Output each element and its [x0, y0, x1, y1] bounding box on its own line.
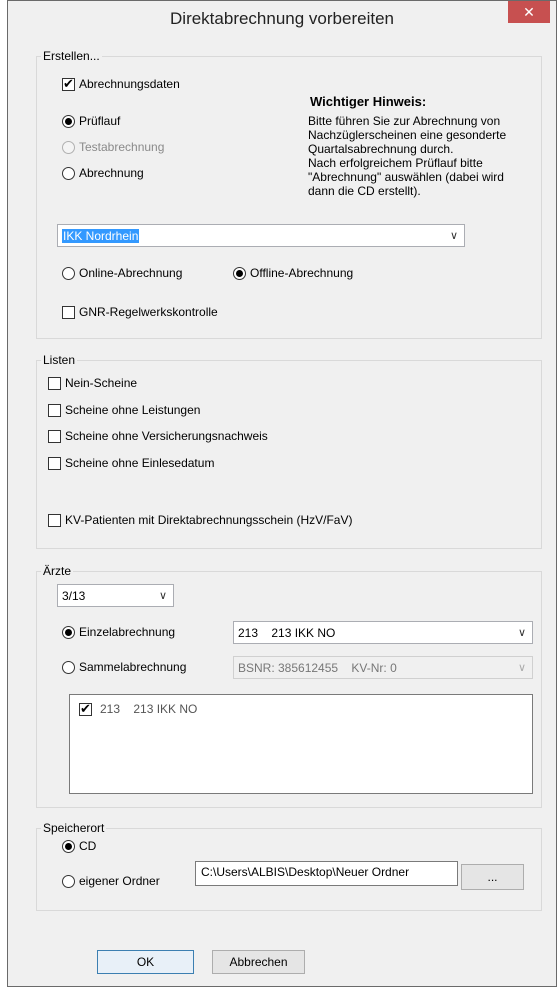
aerzte-legend: Ärzte [43, 564, 72, 578]
einzelabrechnung-radio[interactable]: Einzelabrechnung [62, 625, 175, 639]
offline-abrechnung-radio[interactable]: Offline-Abrechnung [233, 266, 353, 280]
offline-label: Offline-Abrechnung [250, 266, 354, 280]
abrechnungsdaten-check[interactable] [62, 76, 75, 92]
einzel-arzt-select[interactable]: 213 213 IKK NO ∨ [233, 621, 533, 644]
ordner-radio-dot[interactable] [62, 874, 75, 888]
kasse-select-value: IKK Nordrhein [62, 228, 140, 243]
sammel-select-value: BSNR: 385612455 KV-Nr: 0 [238, 660, 397, 675]
abrechnungsdaten-checkbox[interactable]: Abrechnungsdaten [62, 76, 180, 92]
chevron-down-icon: ∨ [517, 661, 526, 674]
abrechnungsdaten-label: Abrechnungsdaten [79, 77, 180, 91]
scheine-ohne-versicherungsnachweis-checkbox[interactable]: Scheine ohne Versicherungsnachweis [48, 429, 268, 443]
quarter-select[interactable]: 3/13 ∨ [57, 584, 174, 607]
erstellen-legend: Erstellen... [43, 49, 100, 63]
cancel-button[interactable]: Abbrechen [212, 950, 305, 974]
dialog-window: Direktabrechnung vorbereiten ✕ Erstellen… [7, 0, 557, 987]
sammel-bsnr-select: BSNR: 385612455 KV-Nr: 0 ∨ [233, 656, 533, 679]
cd-radio-dot[interactable] [62, 839, 75, 853]
gnr-check[interactable] [62, 305, 75, 319]
ok-button[interactable]: OK [97, 950, 194, 974]
close-icon: ✕ [523, 4, 535, 20]
scheine-ohne-leistungen-checkbox[interactable]: Scheine ohne Leistungen [48, 403, 200, 417]
abrechnung-radio-dot[interactable] [62, 166, 75, 180]
einzel-label: Einzelabrechnung [79, 625, 176, 639]
ordner-path-input[interactable]: C:\Users\ALBIS\Desktop\Neuer Ordner [195, 861, 458, 886]
checkbox-label: Scheine ohne Leistungen [65, 403, 201, 417]
einzel-radio-dot[interactable] [62, 625, 75, 639]
pruflauf-label: Prüflauf [79, 114, 121, 128]
kv-patienten-checkbox[interactable]: KV-Patienten mit Direktabrechnungsschein… [48, 513, 352, 527]
checkbox-box[interactable] [48, 403, 61, 417]
online-label: Online-Abrechnung [79, 266, 183, 280]
testabrechnung-radio: Testabrechnung [62, 140, 164, 154]
online-abrechnung-radio[interactable]: Online-Abrechnung [62, 266, 182, 280]
checkbox-box[interactable] [48, 513, 61, 527]
sammel-label: Sammelabrechnung [79, 660, 187, 674]
hint-line: Nachzüglerscheinen eine gesonderte [308, 128, 507, 142]
listen-legend: Listen [43, 353, 76, 367]
scheine-ohne-einlesedatum-checkbox[interactable]: Scheine ohne Einlesedatum [48, 456, 214, 470]
browse-button[interactable]: ... [461, 864, 524, 890]
hint-line: Quartalsabrechnung durch. [308, 142, 454, 156]
sammelabrechnung-radio[interactable]: Sammelabrechnung [62, 660, 186, 674]
gnr-checkbox[interactable]: GNR-Regelwerkskontrolle [62, 305, 218, 319]
hint-text: Bitte führen Sie zur Abrechnung von Nach… [308, 114, 542, 198]
chevron-down-icon: ∨ [517, 626, 526, 639]
chevron-down-icon: ∨ [158, 589, 167, 602]
offline-radio-dot[interactable] [233, 266, 246, 280]
pruflauf-radio-dot[interactable] [62, 114, 75, 128]
nein-scheine-checkbox[interactable]: Nein-Scheine [48, 376, 137, 390]
cd-radio[interactable]: CD [62, 839, 96, 853]
kasse-select[interactable]: IKK Nordrhein ∨ [57, 224, 465, 247]
checkbox-label: Nein-Scheine [65, 376, 138, 390]
hint-title: Wichtiger Hinweis: [310, 94, 427, 109]
list-item-label: 213 213 IKK NO [100, 702, 198, 716]
hint-line: Nach erfolgreichem Prüflauf bitte [308, 156, 483, 170]
abrechnung-label: Abrechnung [79, 166, 144, 180]
hint-line: Bitte führen Sie zur Abrechnung von [308, 114, 501, 128]
eigener-ordner-radio[interactable]: eigener Ordner [62, 874, 160, 888]
close-button[interactable]: ✕ [508, 1, 550, 23]
testabrechnung-label: Testabrechnung [79, 140, 165, 154]
title-bar: Direktabrechnung vorbereiten ✕ [8, 1, 556, 41]
checkbox-box[interactable] [48, 456, 61, 470]
dialog-title: Direktabrechnung vorbereiten [170, 9, 394, 28]
testabrechnung-radio-dot [62, 140, 75, 154]
list-item-check[interactable] [79, 701, 92, 717]
hint-line: "Abrechnung" auswählen (dabei wird [308, 170, 504, 184]
pruflauf-radio[interactable]: Prüflauf [62, 114, 120, 128]
einzel-select-value: 213 213 IKK NO [238, 625, 336, 640]
checkbox-box[interactable] [48, 429, 61, 443]
checkbox-label: Scheine ohne Einlesedatum [65, 456, 215, 470]
online-radio-dot[interactable] [62, 266, 75, 280]
abrechnung-radio[interactable]: Abrechnung [62, 166, 144, 180]
speicherort-legend: Speicherort [43, 821, 105, 835]
hint-line: dann die CD erstellt). [308, 184, 421, 198]
quarter-select-value: 3/13 [62, 588, 86, 603]
gnr-label: GNR-Regelwerkskontrolle [79, 305, 218, 319]
checkbox-label: Scheine ohne Versicherungsnachweis [65, 429, 268, 443]
checkbox-label: KV-Patienten mit Direktabrechnungsschein… [65, 513, 353, 527]
ordner-label: eigener Ordner [79, 874, 160, 888]
cd-label: CD [79, 839, 97, 853]
sammel-radio-dot[interactable] [62, 660, 75, 674]
list-item[interactable]: 213 213 IKK NO [79, 701, 198, 717]
arzt-listbox[interactable]: 213 213 IKK NO [69, 694, 533, 794]
chevron-down-icon: ∨ [449, 229, 458, 242]
checkbox-box[interactable] [48, 376, 61, 390]
